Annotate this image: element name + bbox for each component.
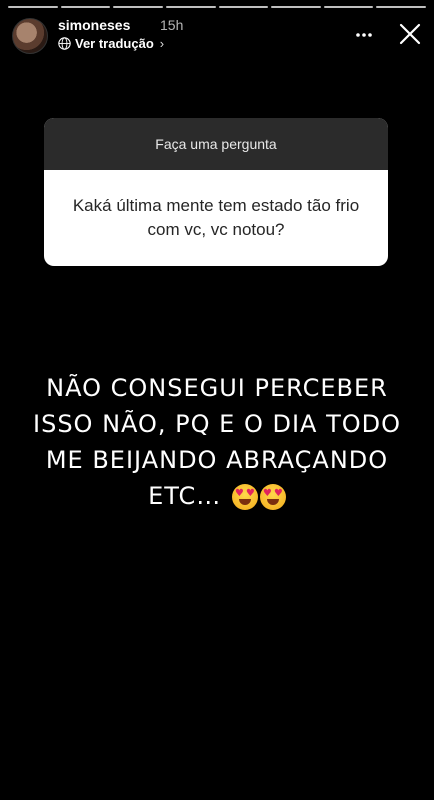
question-sticker-title: Faça uma pergunta [44, 118, 388, 170]
answer-text: NÃO CONSEGUI PERCEBER ISSO NÃO, PQ E O D… [30, 370, 404, 514]
answer-line: ME BEIJANDO ABRAÇANDO [45, 446, 389, 474]
progress-segment [60, 6, 111, 8]
progress-segment [165, 6, 216, 8]
progress-segment [376, 6, 426, 8]
post-time: 15h [160, 17, 184, 33]
username[interactable]: simoneses [58, 17, 130, 33]
more-horizontal-icon[interactable] [354, 26, 374, 44]
question-sticker[interactable]: Faça uma pergunta Kaká última mente tem … [44, 118, 388, 266]
answer-line: ISSO NÃO, PQ E O DIA TODO [33, 410, 401, 438]
close-icon[interactable] [398, 22, 422, 46]
see-translation-label: Ver tradução [75, 36, 154, 51]
avatar[interactable] [12, 18, 48, 54]
answer-line-with-emojis: ETC… ♥ ♥ ♥ ♥ [30, 478, 404, 514]
progress-segment [218, 6, 269, 8]
story-progress-bar [8, 6, 426, 9]
progress-segment [323, 6, 374, 8]
progress-segment [8, 6, 58, 8]
translate-icon [58, 37, 71, 50]
story-header: simoneses 15h Ver tradução › [12, 16, 422, 56]
heart-eyes-emoji-icon: ♥ ♥ [231, 484, 258, 510]
progress-segment [271, 6, 321, 8]
see-translation-button[interactable]: Ver tradução › [58, 36, 164, 51]
progress-segment [113, 6, 163, 8]
answer-line: ETC… [148, 482, 222, 510]
answer-line: NÃO CONSEGUI PERCEBER [46, 374, 388, 402]
chevron-right-icon: › [159, 36, 165, 51]
heart-eyes-emoji-icon: ♥ ♥ [259, 484, 286, 510]
question-text: Kaká última mente tem estado tão frio co… [72, 196, 360, 239]
